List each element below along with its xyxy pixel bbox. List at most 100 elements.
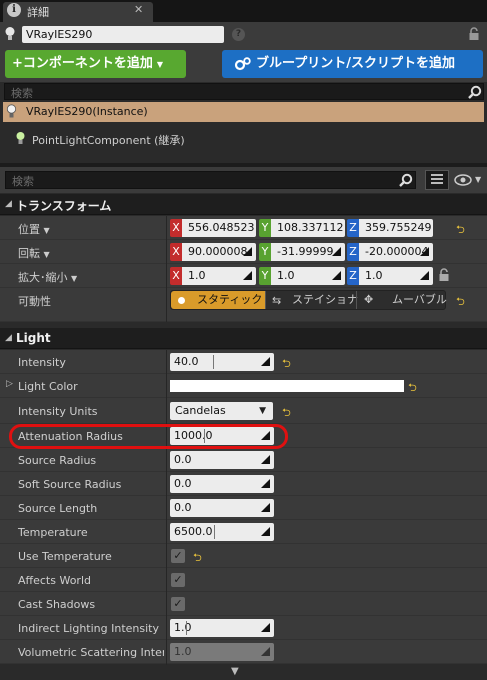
source-radius-input[interactable]: 0.0 [170, 451, 274, 469]
search-icon [468, 85, 482, 99]
reset-icon[interactable]: ⮌ [282, 355, 291, 374]
advanced-expander[interactable] [0, 665, 487, 680]
drag-handle-icon [261, 357, 270, 366]
use-temperature-label: Use Temperature [18, 550, 112, 563]
cast-shadows-checkbox[interactable]: ✓ [171, 597, 185, 611]
mobility-stationary-option[interactable]: ステイショナ [292, 291, 358, 309]
search-icon [399, 173, 413, 187]
source-length-value: 0.0 [174, 501, 192, 514]
chevron-down-icon: ▼ [156, 60, 164, 69]
location-label[interactable]: 位置 ▼ [18, 221, 50, 237]
gears-icon [234, 57, 251, 71]
rotation-z-input[interactable]: -20.000004 [359, 243, 433, 261]
volumetric-scattering-input[interactable]: 1.0 [170, 643, 274, 661]
source-length-input[interactable]: 0.0 [170, 499, 274, 517]
add-component-button[interactable]: +コンポーネントを追加 ▼ [5, 50, 186, 78]
reset-icon[interactable]: ⮌ [282, 404, 291, 423]
rotation-z-value: -20.000004 [365, 245, 429, 258]
mobility-static-option[interactable]: スタティック [171, 291, 265, 309]
drag-handle-icon [420, 271, 429, 280]
light-color-label: Light Color [18, 380, 78, 393]
affects-world-label: Affects World [18, 574, 91, 587]
source-radius-value: 0.0 [174, 453, 192, 466]
location-x-input[interactable]: 556.048523 [182, 219, 256, 237]
drag-handle-icon [420, 247, 429, 256]
scale-y-value: 1.0 [277, 269, 295, 282]
details-search-input[interactable] [5, 171, 416, 189]
scale-x-input[interactable]: 1.0 [182, 267, 256, 285]
drag-handle-icon [332, 247, 341, 256]
light-bulb-icon [5, 27, 15, 40]
location-y-input[interactable]: 108.337112 [271, 219, 345, 237]
property-matrix-button[interactable] [425, 170, 449, 190]
actor-name-input[interactable]: VRayIES290 [22, 26, 224, 43]
add-blueprint-button[interactable]: ブループリント/スクリプトを追加 [222, 50, 483, 78]
reset-icon[interactable]: ⮌ [456, 293, 465, 312]
volumetric-scattering-value: 1.0 [174, 645, 192, 658]
drag-handle-icon [261, 479, 270, 488]
volumetric-scattering-label: Volumetric Scattering Intensi [18, 646, 164, 659]
transform-title: トランスフォーム [16, 199, 112, 213]
details-search-placeholder: 検索 [12, 175, 34, 188]
rotation-y-input[interactable]: -31.99999 [271, 243, 345, 261]
close-icon[interactable]: ✕ [134, 3, 143, 16]
rotation-x-value: 90.000008 [188, 245, 248, 258]
location-z-input[interactable]: 359.755249 [359, 219, 433, 237]
collapse-arrow-icon: ◢ [5, 333, 12, 343]
mobility-label: 可動性 [18, 295, 51, 308]
point-light-component-item[interactable]: PointLightComponent (継承) [32, 132, 185, 148]
intensity-units-select[interactable]: Candelas ▼ [170, 402, 273, 420]
expand-arrow-icon[interactable]: ▷ [6, 379, 13, 389]
add-blueprint-label: ブループリント/スクリプトを追加 [256, 56, 455, 71]
chevron-down-icon: ▼ [71, 274, 78, 283]
mobility-movable-option[interactable]: ムーバブル [392, 291, 447, 309]
component-search-input[interactable] [4, 83, 484, 100]
column-divider[interactable] [166, 350, 167, 665]
column-divider[interactable] [166, 216, 167, 322]
help-icon[interactable]: ? [232, 28, 245, 41]
tab-details[interactable] [3, 2, 153, 22]
lock-icon[interactable] [468, 27, 480, 41]
indirect-lighting-label: Indirect Lighting Intensity [18, 622, 159, 635]
stationary-icon: ⇆ [272, 294, 282, 307]
affects-world-checkbox[interactable]: ✓ [171, 573, 185, 587]
z-axis-icon: Z [347, 267, 359, 285]
z-axis-icon: Z [347, 219, 359, 237]
unlock-icon[interactable] [438, 268, 450, 282]
cast-shadows-label: Cast Shadows [18, 598, 96, 611]
intensity-input[interactable]: 40.0 [170, 353, 274, 371]
scale-y-input[interactable]: 1.0 [271, 267, 345, 285]
reset-icon[interactable]: ⮌ [408, 379, 417, 398]
rotation-x-input[interactable]: 90.000008 [182, 243, 256, 261]
light-category-header[interactable] [0, 328, 487, 349]
eye-icon[interactable] [454, 174, 472, 186]
drag-handle-icon [261, 455, 270, 464]
add-component-label: コンポーネントを追加 [22, 56, 153, 71]
intensity-units-label: Intensity Units [18, 405, 98, 418]
drag-handle-icon [261, 623, 270, 632]
light-color-swatch[interactable] [170, 380, 404, 392]
reset-icon[interactable]: ⮌ [456, 221, 465, 240]
collapse-arrow-icon: ◢ [5, 199, 12, 209]
rotation-y-value: -31.99999 [277, 245, 334, 258]
x-axis-icon: X [170, 243, 182, 261]
soft-source-radius-label: Soft Source Radius [18, 478, 122, 491]
source-length-label: Source Length [18, 502, 98, 515]
y-axis-icon: Y [259, 219, 271, 237]
slider-marker [186, 621, 187, 635]
soft-source-radius-value: 0.0 [174, 477, 192, 490]
indirect-lighting-input[interactable]: 1.0 [170, 619, 274, 637]
reset-icon[interactable]: ⮌ [193, 549, 202, 568]
scale-label[interactable]: 拡大･縮小 ▼ [18, 269, 77, 285]
intensity-value: 40.0 [174, 355, 199, 368]
scale-z-input[interactable]: 1.0 [359, 267, 433, 285]
light-title: Light [16, 331, 51, 345]
temperature-input[interactable]: 6500.0 [170, 523, 274, 541]
soft-source-radius-input[interactable]: 0.0 [170, 475, 274, 493]
indirect-lighting-value: 1.0 [174, 621, 192, 634]
z-axis-icon: Z [347, 243, 359, 261]
chevron-down-icon[interactable]: ▼ [475, 175, 481, 184]
rotation-label[interactable]: 回転 ▼ [18, 245, 50, 261]
use-temperature-checkbox[interactable]: ✓ [171, 549, 185, 563]
light-bulb-icon [6, 104, 17, 118]
